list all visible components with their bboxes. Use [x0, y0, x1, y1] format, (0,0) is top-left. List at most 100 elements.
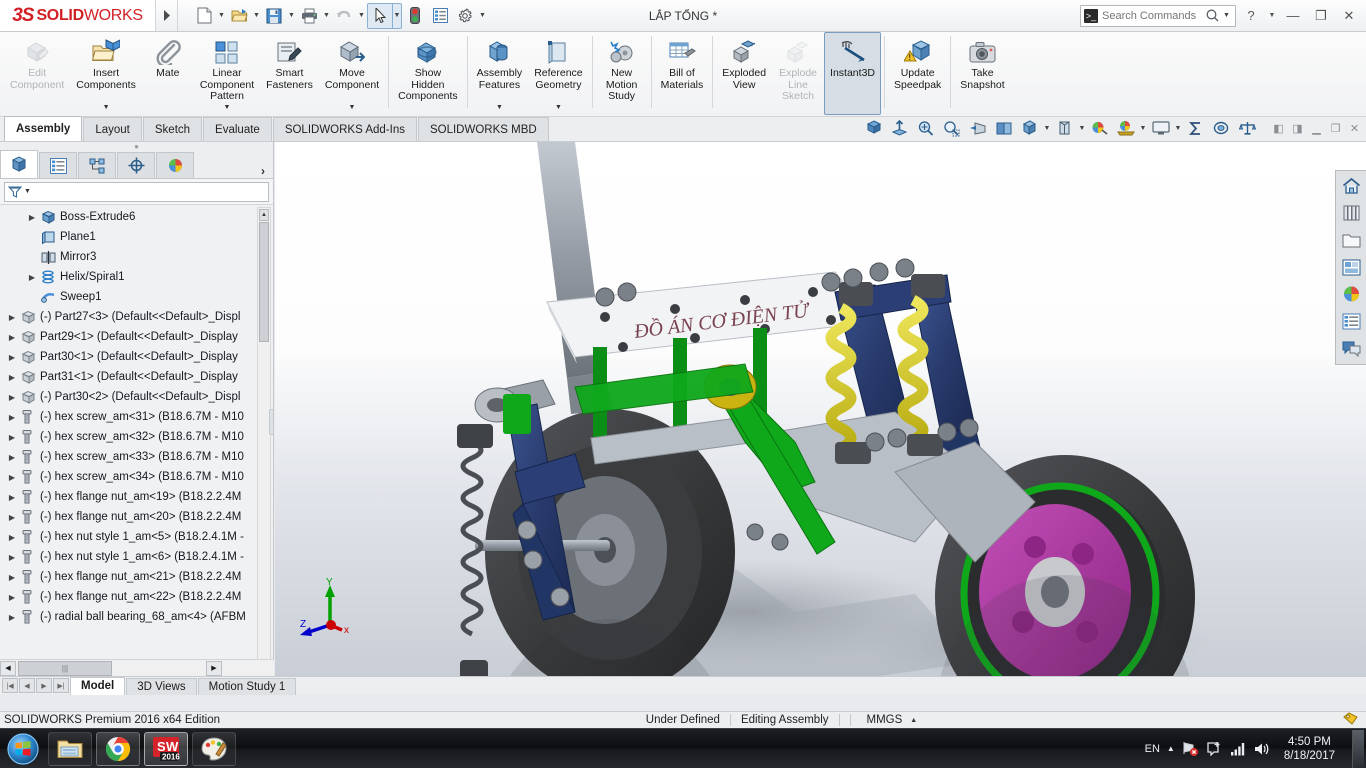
tree-item[interactable]: ▶ (-) Part27<3> (Default<<Default>_Displ — [0, 307, 273, 327]
section-view-icon[interactable] — [965, 117, 990, 139]
save-document-caret[interactable]: ▼ — [287, 4, 296, 28]
search-input[interactable] — [1102, 9, 1202, 22]
appearances-scenes-icon[interactable] — [1338, 281, 1365, 307]
tree-item[interactable]: Sweep1 — [0, 287, 273, 307]
horizontal-scroll-thumb[interactable]: ||| — [18, 660, 112, 676]
ribbon-button-take-snapshot[interactable]: Take Snapshot — [954, 32, 1010, 115]
options-gear-button[interactable] — [453, 4, 477, 28]
ribbon-button-caret[interactable]: ▼ — [349, 104, 356, 114]
ribbon-button-exploded-view[interactable]: Exploded View — [716, 32, 772, 115]
ribbon-button-caret[interactable]: ▼ — [555, 104, 562, 114]
undo-button[interactable] — [332, 4, 356, 28]
document-tab-3d-views[interactable]: 3D Views — [126, 677, 197, 695]
expand-arrow-icon[interactable]: ▶ — [6, 333, 18, 342]
scroll-right-arrow[interactable]: ▶ — [206, 660, 222, 676]
hide-show-items-caret[interactable]: ▼ — [1078, 117, 1086, 139]
expand-arrow-icon[interactable]: ▶ — [6, 533, 18, 542]
file-explorer-taskbar-item[interactable] — [48, 731, 92, 766]
tree-item[interactable]: ▶ (-) radial ball bearing_68_am<4> (AFBM — [0, 607, 273, 627]
solidworks-taskbar-item[interactable]: S W 2016 — [144, 731, 188, 766]
zoom-to-fit-icon[interactable] — [861, 117, 886, 139]
ribbon-button-move-component[interactable]: Move Component ▼ — [319, 32, 385, 115]
tree-item[interactable]: Mirror3 — [0, 247, 273, 267]
tree-horizontal-scrollbar[interactable]: ◀ ||| ▶ — [0, 659, 274, 676]
last-tab-button[interactable]: ▶| — [53, 678, 69, 693]
command-tab-evaluate[interactable]: Evaluate — [203, 117, 272, 141]
expand-arrow-icon[interactable]: ▶ — [6, 613, 18, 622]
panel-resize-handle[interactable] — [269, 409, 274, 435]
ribbon-button-show-hidden-components[interactable]: Show Hidden Components — [392, 32, 464, 115]
display-manager-tab[interactable] — [156, 152, 194, 178]
expand-arrow-icon[interactable]: ▶ — [26, 273, 38, 282]
cursor-arrow-icon[interactable] — [368, 4, 392, 28]
solidworks-forum-icon[interactable] — [1338, 335, 1365, 361]
tree-item[interactable]: ▶ (-) hex flange nut_am<22> (B18.2.2.4M — [0, 587, 273, 607]
command-tab-sketch[interactable]: Sketch — [142, 117, 203, 141]
ribbon-button-caret[interactable]: ▼ — [224, 104, 231, 114]
file-explorer-icon[interactable] — [1338, 227, 1365, 253]
tag-icon[interactable] — [1343, 711, 1366, 729]
expand-arrow-icon[interactable]: ▶ — [6, 573, 18, 582]
ribbon-button-new-motion-study[interactable]: New Motion Study — [596, 32, 648, 115]
custom-properties-icon[interactable] — [1338, 308, 1365, 334]
close-icon[interactable]: ✕ — [1347, 121, 1362, 136]
filter-caret[interactable]: ▼ — [24, 188, 31, 195]
scroll-up-arrow[interactable]: ▲ — [259, 209, 269, 221]
tree-item[interactable]: ▶ (-) hex screw_am<31> (B18.6.7M - M10 — [0, 407, 273, 427]
hide-show-items-icon[interactable] — [1052, 117, 1077, 139]
tree-item[interactable]: ▶ Boss-Extrude6 — [0, 207, 273, 227]
design-library-icon[interactable] — [1338, 200, 1365, 226]
expand-menu-button[interactable] — [156, 0, 178, 31]
expand-arrow-icon[interactable]: ▶ — [6, 313, 18, 322]
tree-scroll-thumb[interactable] — [259, 222, 269, 342]
command-tab-layout[interactable]: Layout — [83, 117, 142, 141]
configuration-manager-tab[interactable] — [78, 152, 116, 178]
expand-arrow-icon[interactable]: ▶ — [6, 373, 18, 382]
restore-left-icon[interactable]: ◧ — [1271, 121, 1286, 136]
ribbon-button-caret[interactable]: ▼ — [496, 104, 503, 114]
restore-icon[interactable]: ❐ — [1328, 121, 1343, 136]
command-tab-solidworks-add-ins[interactable]: SOLIDWORKS Add-Ins — [272, 117, 417, 141]
tree-item[interactable]: ▶ (-) hex flange nut_am<19> (B18.2.2.4M — [0, 487, 273, 507]
dimxpert-manager-tab[interactable] — [117, 152, 155, 178]
tree-item[interactable]: ▶ (-) hex screw_am<32> (B18.6.7M - M10 — [0, 427, 273, 447]
zoom-in-out-icon[interactable] — [939, 117, 964, 139]
expand-arrow-icon[interactable]: ▶ — [6, 413, 18, 422]
tree-item[interactable]: Plane1 — [0, 227, 273, 247]
sum-icon[interactable] — [1183, 117, 1208, 139]
expand-arrow-icon[interactable]: ▶ — [6, 433, 18, 442]
zoom-to-area-icon[interactable] — [913, 117, 938, 139]
new-document-button[interactable] — [192, 4, 216, 28]
units-label[interactable]: MMGS — [867, 714, 903, 726]
select-tool-caret[interactable]: ▼ — [392, 3, 401, 28]
options-display-button[interactable] — [428, 4, 452, 28]
tree-item[interactable]: ▶ Part29<1> (Default<<Default>_Display — [0, 327, 273, 347]
ribbon-button-instant3d[interactable]: Instant3D — [824, 32, 881, 115]
help-button[interactable]: ? — [1238, 4, 1264, 28]
expand-panel-tabs-button[interactable]: › — [261, 164, 273, 178]
scroll-left-arrow[interactable]: ◀ — [0, 660, 16, 676]
tray-overflow-button[interactable]: ▲ — [1167, 744, 1175, 753]
previous-view-icon[interactable] — [887, 117, 912, 139]
ribbon-button-insert-components[interactable]: Insert Components ▼ — [70, 32, 142, 115]
paint-taskbar-item[interactable] — [192, 731, 236, 766]
tree-item[interactable]: ▶ Part30<1> (Default<<Default>_Display — [0, 347, 273, 367]
display-style-caret[interactable]: ▼ — [1043, 117, 1051, 139]
graphics-area[interactable]: ĐỒ ÁN CƠ ĐIỆN TỬ Y Z x — [275, 142, 1366, 676]
next-tab-button[interactable]: ▶ — [36, 678, 52, 693]
expand-arrow-icon[interactable]: ▶ — [26, 213, 38, 222]
property-manager-tab[interactable] — [39, 152, 77, 178]
tree-item[interactable]: ▶ Part31<1> (Default<<Default>_Display — [0, 367, 273, 387]
windows-start-button[interactable] — [0, 730, 46, 768]
command-tab-solidworks-mbd[interactable]: SOLIDWORKS MBD — [417, 117, 549, 141]
feature-tree[interactable]: ▶ Boss-Extrude6 Plane1 Mirror3 ▶ Helix/Spiral… — [0, 205, 273, 676]
expand-arrow-icon[interactable]: ▶ — [6, 553, 18, 562]
expand-arrow-icon[interactable]: ▶ — [6, 593, 18, 602]
signal-icon[interactable] — [1230, 740, 1247, 757]
taskbar-clock[interactable]: 4:50 PM 8/18/2017 — [1278, 735, 1341, 763]
action-center-icon[interactable] — [1206, 740, 1223, 757]
expand-arrow-icon[interactable]: ▶ — [6, 453, 18, 462]
view-settings-icon[interactable] — [1148, 117, 1173, 139]
tree-item[interactable]: ▶ (-) hex flange nut_am<20> (B18.2.2.4M — [0, 507, 273, 527]
tree-item[interactable]: ▶ (-) hex screw_am<34> (B18.6.7M - M10 — [0, 467, 273, 487]
